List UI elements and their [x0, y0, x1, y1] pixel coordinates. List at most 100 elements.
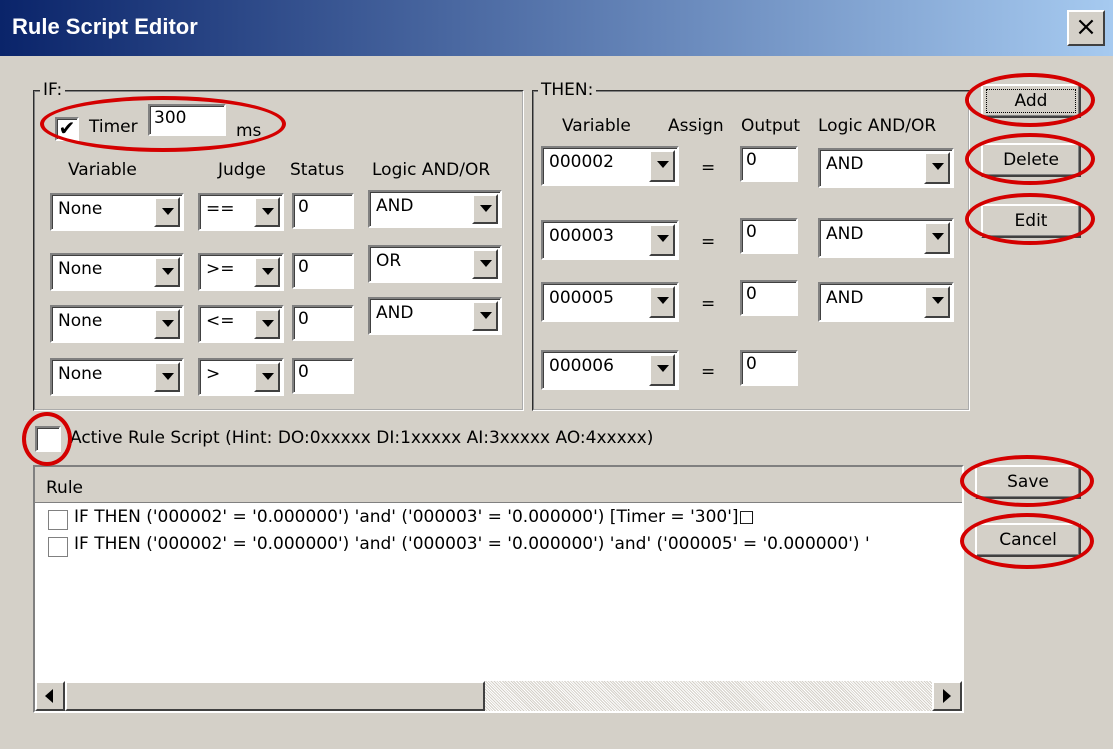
chevron-down-icon[interactable] [154, 257, 180, 287]
active-rule-checkbox[interactable] [35, 426, 61, 452]
if-status-input[interactable]: 0 [292, 253, 354, 289]
if-variable-select[interactable]: None [50, 305, 184, 343]
rule-list-header [35, 467, 962, 503]
if-status-input[interactable]: 0 [292, 193, 354, 229]
timer-unit: ms [236, 121, 262, 141]
if-legend: IF: [40, 80, 66, 100]
if-status-input[interactable]: 0 [292, 358, 354, 394]
timer-label: Timer [89, 117, 138, 137]
timer-checkbox[interactable]: ✔ [55, 117, 79, 141]
if-variable-value: None [58, 199, 103, 219]
chevron-down-icon[interactable] [472, 301, 498, 331]
then-logic-select[interactable]: AND [818, 148, 954, 188]
then-variable-select[interactable]: 000006 [541, 350, 679, 390]
chevron-down-icon[interactable] [254, 257, 280, 287]
if-header-logic: Logic AND/OR [372, 160, 491, 180]
then-variable-value: 000005 [549, 288, 614, 308]
chevron-down-icon[interactable] [649, 286, 675, 318]
if-judge-value: <= [206, 311, 235, 331]
chevron-down-icon[interactable] [924, 152, 950, 184]
if-variable-select[interactable]: None [50, 193, 184, 231]
if-judge-select[interactable]: > [198, 358, 284, 396]
arrow-right-icon [943, 689, 951, 703]
if-header-status: Status [290, 160, 345, 180]
chevron-down-icon[interactable] [154, 362, 180, 392]
chevron-down-icon[interactable] [924, 286, 950, 318]
chevron-down-icon[interactable] [472, 194, 498, 224]
close-button[interactable]: × [1067, 10, 1105, 46]
if-logic-select[interactable]: AND [368, 190, 502, 228]
add-button[interactable]: Add [981, 84, 1081, 118]
chevron-down-icon[interactable] [254, 197, 280, 227]
then-assign: = [701, 294, 716, 314]
window-title: Rule Script Editor [12, 14, 198, 39]
rule-row-text[interactable]: IF THEN ('000002' = '0.000000') 'and' ('… [74, 534, 962, 554]
if-variable-value: None [58, 364, 103, 384]
delete-button[interactable]: Delete [981, 143, 1081, 177]
if-judge-value: > [206, 364, 221, 384]
then-variable-value: 000002 [549, 152, 614, 172]
if-header-variable: Variable [68, 160, 137, 180]
then-header-variable: Variable [562, 116, 631, 136]
then-variable-select[interactable]: 000003 [541, 220, 679, 260]
then-output-input[interactable]: 0 [740, 350, 798, 386]
save-button[interactable]: Save [975, 465, 1081, 499]
then-variable-value: 000006 [549, 356, 614, 376]
if-logic-value: AND [376, 196, 414, 216]
active-rule-label: Active Rule Script (Hint: DO:0xxxxx DI:1… [70, 428, 654, 448]
if-header-judge: Judge [218, 160, 266, 180]
then-header-assign: Assign [668, 116, 724, 136]
chevron-down-icon[interactable] [254, 309, 280, 339]
then-variable-select[interactable]: 000002 [541, 146, 679, 186]
if-logic-value: OR [376, 251, 402, 271]
then-variable-value: 000003 [549, 226, 614, 246]
if-logic-select[interactable]: AND [368, 297, 502, 335]
if-judge-value: == [206, 199, 235, 219]
if-judge-select[interactable]: <= [198, 305, 284, 343]
rule-column-header[interactable]: Rule [46, 478, 83, 498]
chevron-down-icon[interactable] [254, 362, 280, 392]
then-logic-value: AND [826, 288, 864, 308]
scroll-thumb[interactable] [65, 681, 485, 711]
chevron-down-icon[interactable] [649, 150, 675, 182]
rule-row-text[interactable]: IF THEN ('000002' = '0.000000') 'and' ('… [74, 507, 962, 527]
then-output-input[interactable]: 0 [740, 280, 798, 316]
scroll-left-button[interactable] [35, 681, 65, 711]
rule-row-checkbox[interactable] [48, 510, 68, 530]
chevron-down-icon[interactable] [924, 222, 950, 254]
then-legend: THEN: [538, 80, 597, 100]
then-logic-select[interactable]: AND [818, 218, 954, 258]
cancel-button[interactable]: Cancel [975, 523, 1081, 557]
if-variable-value: None [58, 259, 103, 279]
chevron-down-icon[interactable] [649, 354, 675, 386]
then-output-input[interactable]: 0 [740, 146, 798, 182]
chevron-down-icon[interactable] [154, 197, 180, 227]
scroll-right-button[interactable] [932, 681, 962, 711]
then-assign: = [701, 158, 716, 178]
if-judge-select[interactable]: == [198, 193, 284, 231]
if-judge-value: >= [206, 259, 235, 279]
scroll-track[interactable] [485, 681, 932, 711]
then-header-output: Output [741, 116, 801, 136]
then-variable-select[interactable]: 000005 [541, 282, 679, 322]
edit-button[interactable]: Edit [981, 204, 1081, 238]
then-logic-value: AND [826, 154, 864, 174]
chevron-down-icon[interactable] [154, 309, 180, 339]
then-logic-select[interactable]: AND [818, 282, 954, 322]
if-logic-select[interactable]: OR [368, 245, 502, 283]
then-logic-value: AND [826, 224, 864, 244]
then-output-input[interactable]: 0 [740, 218, 798, 254]
then-header-logic: Logic AND/OR [818, 116, 937, 136]
chevron-down-icon[interactable] [649, 224, 675, 256]
rule-row-checkbox[interactable] [48, 537, 68, 557]
timer-input[interactable]: 300 [148, 104, 226, 136]
chevron-down-icon[interactable] [472, 249, 498, 279]
if-logic-value: AND [376, 303, 414, 323]
if-status-input[interactable]: 0 [292, 305, 354, 341]
if-judge-select[interactable]: >= [198, 253, 284, 291]
then-assign: = [701, 362, 716, 382]
if-variable-select[interactable]: None [50, 253, 184, 291]
if-variable-select[interactable]: None [50, 358, 184, 396]
then-assign: = [701, 232, 716, 252]
if-variable-value: None [58, 311, 103, 331]
